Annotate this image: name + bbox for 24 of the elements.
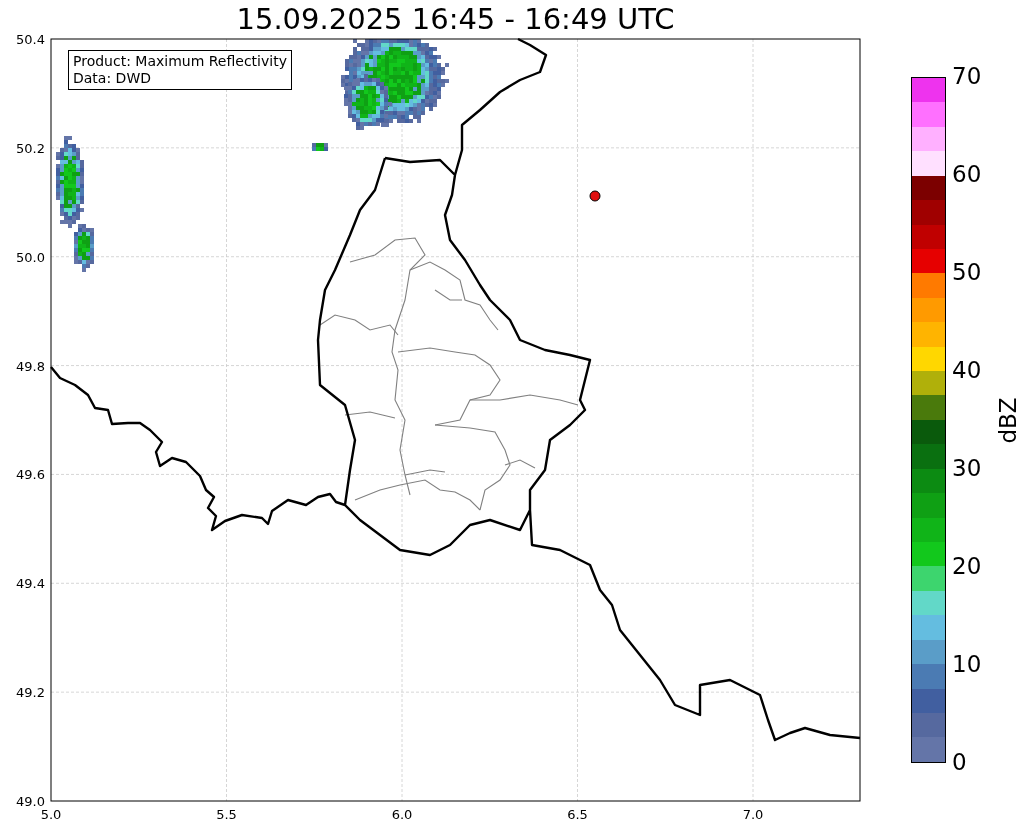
colorbar-tick-label: 10 bbox=[952, 653, 982, 676]
colorbar-tick-label: 30 bbox=[952, 457, 982, 480]
x-axis-tick-label: 5.0 bbox=[40, 807, 62, 822]
x-axis-tick-label: 5.5 bbox=[216, 807, 237, 822]
y-axis-tick-label: 50.2 bbox=[16, 140, 45, 156]
x-axis-tick-label: 6.5 bbox=[567, 807, 588, 822]
colorbar-tick-label: 0 bbox=[952, 751, 967, 774]
y-axis-tick-label: 49.8 bbox=[16, 358, 45, 374]
colorbar-axis-label: dBZ bbox=[996, 396, 1020, 444]
x-axis-tick-label: 7.0 bbox=[742, 807, 764, 822]
x-axis-tick-label: 6.0 bbox=[391, 807, 413, 822]
y-axis-tick-label: 50.0 bbox=[16, 249, 45, 265]
y-axis-tick-label: 49.0 bbox=[16, 794, 45, 809]
colorbar-tick-label: 50 bbox=[952, 261, 982, 284]
annotation-box: Product: Maximum Reflectivity Data: DWD bbox=[68, 50, 292, 90]
colorbar-tick-label: 40 bbox=[952, 359, 982, 382]
y-axis-tick-label: 49.4 bbox=[16, 576, 45, 592]
colorbar-tick-label: 60 bbox=[952, 163, 982, 186]
colorbar-tick-label: 20 bbox=[952, 555, 982, 578]
y-axis-tick-label: 50.4 bbox=[16, 32, 45, 47]
y-axis-tick-label: 49.2 bbox=[16, 685, 45, 701]
chart-title: 15.09.2025 16:45 - 16:49 UTC bbox=[235, 5, 676, 34]
colorbar-tick-label: 70 bbox=[952, 65, 982, 88]
y-axis-tick-label: 49.6 bbox=[16, 467, 45, 483]
